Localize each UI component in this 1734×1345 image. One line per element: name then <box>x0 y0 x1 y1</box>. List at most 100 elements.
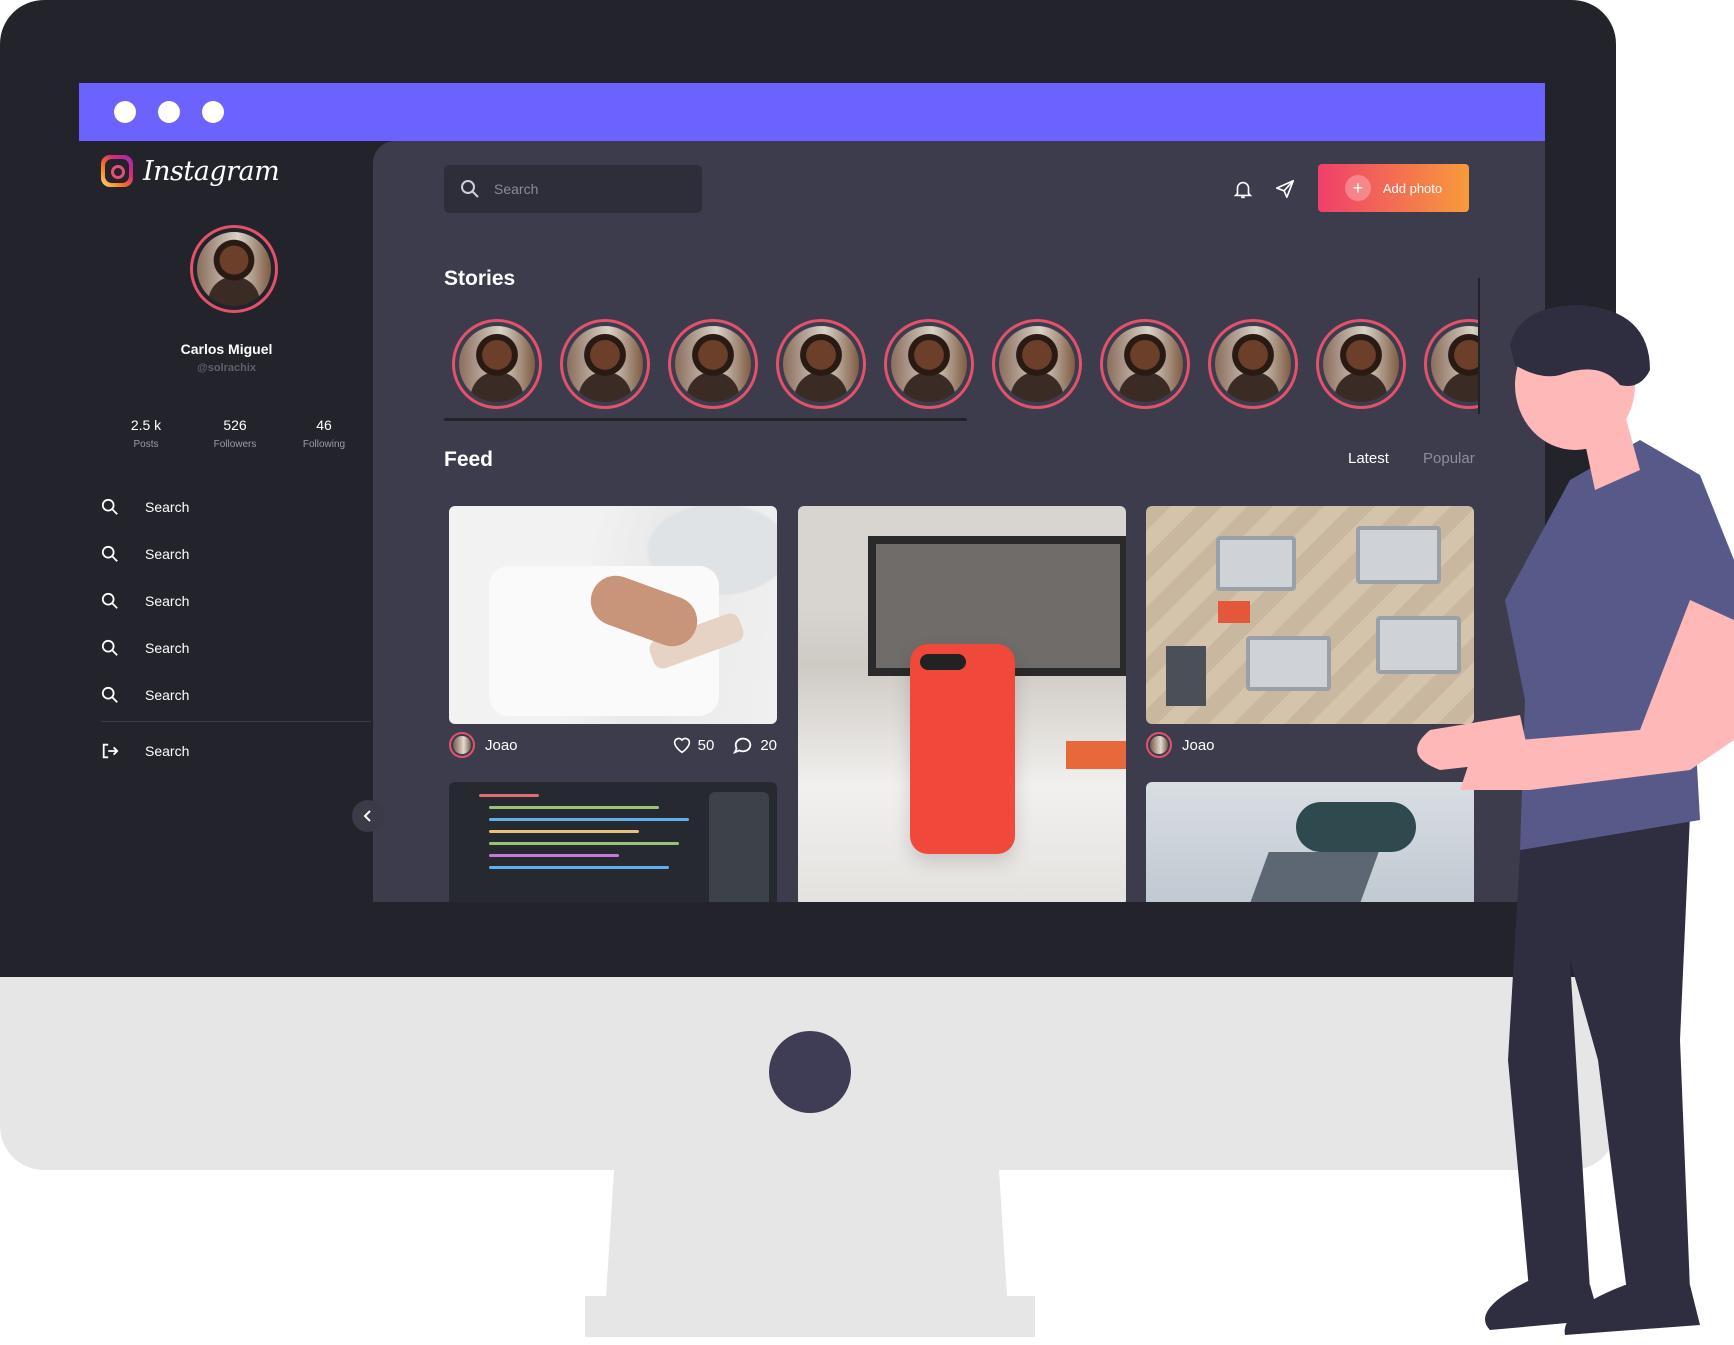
story-avatar[interactable] <box>1316 319 1406 409</box>
post-author-name[interactable]: Joao <box>485 737 518 754</box>
add-photo-label: Add photo <box>1382 180 1443 196</box>
stories-title: Stories <box>444 267 516 290</box>
phone-camera-shape <box>920 654 966 670</box>
stories-row <box>444 319 1479 409</box>
laptop-shape <box>1243 852 1379 902</box>
profile-avatar[interactable] <box>190 225 278 313</box>
feed-title: Feed <box>444 448 494 471</box>
story-avatar[interactable] <box>560 319 650 409</box>
sidebar-item-search-5[interactable]: Search <box>101 679 351 711</box>
sidebar-item-search-4[interactable]: Search <box>101 632 351 664</box>
code-line <box>489 866 669 869</box>
post-author-avatar[interactable] <box>449 732 475 758</box>
code-line <box>479 794 539 797</box>
laptop-shape <box>1376 616 1461 674</box>
monitor-stand-neck <box>606 1170 1007 1296</box>
notifications-button[interactable] <box>1230 176 1256 202</box>
post-author-name[interactable]: Joao <box>1182 737 1215 754</box>
stat-following-label: Following <box>302 439 346 450</box>
chair-shape <box>1296 802 1416 852</box>
direct-message-button[interactable] <box>1272 176 1298 202</box>
sidebar: Instagram Carlos Miguel @solrachix 2.5 k… <box>79 141 374 902</box>
window-dot-3[interactable] <box>202 101 224 123</box>
stat-posts-value: 2.5 k <box>130 417 162 433</box>
profile-avatar-image <box>197 232 271 306</box>
bell-icon <box>1233 181 1253 199</box>
app-logo-text: Instagram <box>143 155 280 187</box>
code-line <box>489 842 679 845</box>
add-photo-button[interactable]: + Add photo <box>1318 164 1469 212</box>
feed-post-image[interactable] <box>449 506 777 724</box>
feed-post-meta: Joao 50 20 <box>449 731 777 759</box>
stories-scrollbar[interactable] <box>444 418 967 421</box>
heart-icon[interactable] <box>1431 736 1451 754</box>
story-avatar[interactable] <box>1100 319 1190 409</box>
code-line <box>489 818 689 821</box>
search-icon <box>461 180 479 198</box>
feed-post-meta: Joao 50 <box>1146 731 1474 759</box>
search-icon <box>101 592 118 609</box>
sidebar-item-search-2[interactable]: Search <box>101 538 351 570</box>
sidebar-item-label: Search <box>145 546 190 562</box>
logout-icon <box>102 743 119 759</box>
story-avatar[interactable] <box>1424 319 1479 409</box>
stat-posts-label: Posts <box>133 439 159 450</box>
search-icon <box>101 545 118 562</box>
instagram-logo-icon <box>101 155 133 187</box>
laptop-shape <box>1356 526 1441 584</box>
post-stats: 50 <box>1431 736 1474 754</box>
story-avatar-image <box>567 326 643 402</box>
chevron-left-icon <box>363 810 371 822</box>
tab-popular[interactable]: Popular <box>1423 450 1475 467</box>
post-likes-count: 50 <box>1457 736 1474 754</box>
post-author-avatar[interactable] <box>1146 732 1172 758</box>
keyboard-shape <box>1166 646 1206 706</box>
heart-icon[interactable] <box>672 736 692 754</box>
tab-latest[interactable]: Latest <box>1348 450 1389 467</box>
feed-post-image[interactable] <box>1146 506 1474 724</box>
stat-followers-label: Followers <box>213 439 257 450</box>
search-bar[interactable] <box>444 165 702 213</box>
feed-post-image[interactable] <box>798 506 1126 902</box>
comment-icon[interactable] <box>732 735 754 755</box>
code-line <box>489 830 639 833</box>
stat-followers-value: 526 <box>223 417 247 433</box>
sidebar-item-label: Search <box>145 640 190 656</box>
person-shoe-right <box>1564 1285 1700 1335</box>
story-avatar-image <box>1431 326 1479 402</box>
sidebar-collapse-button[interactable] <box>352 800 384 832</box>
story-avatar-image <box>459 326 535 402</box>
sidebar-item-logout[interactable]: Search <box>101 735 351 767</box>
monitor-logo-dot <box>769 1031 851 1113</box>
sidebar-item-search-3[interactable]: Search <box>101 585 351 617</box>
story-avatar-image <box>1107 326 1183 402</box>
stat-followers[interactable]: 526 Followers <box>190 417 280 450</box>
code-line <box>489 806 659 809</box>
stories-edge-divider <box>1478 278 1480 414</box>
sidebar-item-label: Search <box>145 593 190 609</box>
feed-post-image[interactable] <box>449 782 777 902</box>
search-icon <box>101 498 118 515</box>
notebook-shape <box>1218 601 1250 623</box>
sidebar-item-search-1[interactable]: Search <box>101 491 351 523</box>
feed-post-image[interactable] <box>1146 782 1474 902</box>
app-logo[interactable]: Instagram <box>101 155 280 187</box>
sidebar-item-label: Search <box>145 743 190 759</box>
story-avatar[interactable] <box>884 319 974 409</box>
story-avatar[interactable] <box>992 319 1082 409</box>
books-shape <box>1066 741 1126 769</box>
stat-following[interactable]: 46 Following <box>279 417 369 450</box>
sidebar-item-label: Search <box>145 687 190 703</box>
stat-following-value: 46 <box>316 417 332 433</box>
send-icon <box>1275 179 1295 199</box>
story-avatar[interactable] <box>1208 319 1298 409</box>
story-avatar[interactable] <box>668 319 758 409</box>
stat-posts[interactable]: 2.5 k Posts <box>101 417 191 450</box>
post-stats: 50 20 <box>672 735 777 755</box>
search-input[interactable] <box>494 181 684 197</box>
story-avatar-image <box>783 326 859 402</box>
window-dot-2[interactable] <box>158 101 180 123</box>
story-avatar[interactable] <box>776 319 866 409</box>
story-avatar[interactable] <box>452 319 542 409</box>
window-dot-1[interactable] <box>114 101 136 123</box>
